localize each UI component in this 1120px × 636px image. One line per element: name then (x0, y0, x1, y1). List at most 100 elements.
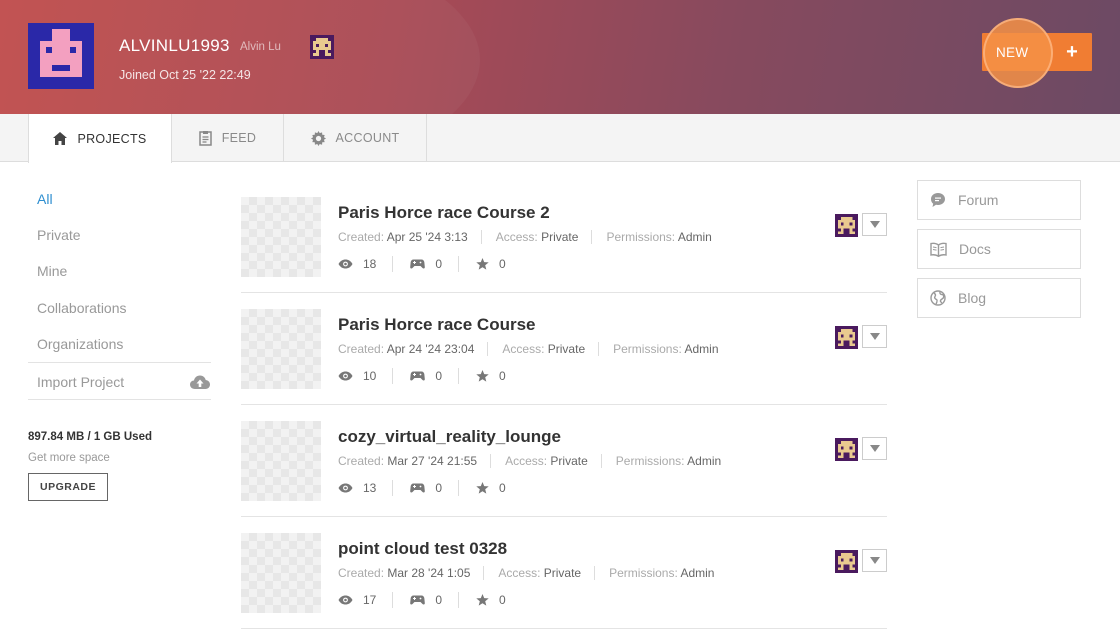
permissions-value: Admin (677, 230, 712, 244)
stars-count: 0 (499, 481, 506, 495)
globe-icon (930, 290, 946, 306)
eye-icon (338, 595, 353, 605)
tab-account[interactable]: ACCOUNT (284, 114, 427, 162)
forum-link[interactable]: Forum (917, 180, 1081, 220)
profile-header: ALVINLU1993 Alvin Lu Joined Oct 25 '22 2… (0, 0, 1120, 114)
tab-label: ACCOUNT (335, 131, 400, 145)
project-card[interactable]: Paris Horce race Course 2 Created: Apr 2… (241, 181, 887, 293)
storage-usage: 897.84 MB / 1 GB Used (28, 431, 152, 443)
stars-count: 0 (499, 593, 506, 607)
stars-stat[interactable]: 0 (476, 256, 522, 272)
stars-stat[interactable]: 0 (476, 368, 522, 384)
plays-count: 0 (435, 257, 443, 271)
filter-organizations[interactable]: Organizations (37, 336, 123, 352)
plays-stat: 0 (410, 480, 460, 496)
project-meta: Created: Apr 24 '24 23:04 Access: Privat… (338, 342, 746, 356)
new-button-label[interactable]: NEW (996, 45, 1028, 60)
created-label: Created: (338, 342, 385, 356)
user-badge-icon (310, 35, 334, 59)
stars-count: 0 (499, 369, 506, 383)
views-stat: 17 (338, 592, 394, 608)
home-icon (53, 132, 68, 145)
blog-link[interactable]: Blog (917, 278, 1081, 318)
project-menu-button[interactable] (862, 213, 887, 236)
created-label: Created: (338, 566, 385, 580)
project-thumbnail[interactable] (241, 421, 321, 501)
owner-avatar[interactable] (835, 438, 858, 461)
access-label: Access: (498, 566, 541, 580)
project-title[interactable]: cozy_virtual_reality_lounge (338, 427, 561, 447)
star-icon (476, 258, 489, 270)
project-card[interactable]: Paris Horce race Course Created: Apr 24 … (241, 293, 887, 405)
created-date: Mar 27 '24 21:55 (387, 454, 478, 468)
gamepad-icon (410, 483, 426, 493)
plays-stat: 0 (410, 592, 460, 608)
access-label: Access: (505, 454, 548, 468)
star-icon (476, 594, 489, 606)
tab-label: PROJECTS (77, 131, 147, 146)
blog-label: Blog (958, 290, 987, 306)
star-icon (476, 370, 489, 382)
created-date: Apr 24 '24 23:04 (386, 342, 475, 356)
stars-stat[interactable]: 0 (476, 480, 522, 496)
project-meta: Created: Mar 28 '24 1:05 Access: Private… (338, 566, 741, 580)
owner-avatar[interactable] (835, 326, 858, 349)
project-title[interactable]: Paris Horce race Course (338, 315, 536, 335)
access-value: Private (543, 566, 582, 580)
project-thumbnail[interactable] (241, 197, 321, 277)
user-avatar[interactable] (28, 23, 94, 89)
views-count: 18 (363, 257, 377, 271)
permissions-label: Permissions: (609, 566, 678, 580)
docs-link[interactable]: Docs (917, 229, 1081, 269)
cloud-upload-icon[interactable] (190, 375, 210, 390)
permissions-value: Admin (684, 342, 719, 356)
permissions-value: Admin (680, 566, 715, 580)
tab-projects[interactable]: PROJECTS (28, 114, 172, 163)
project-menu-button[interactable] (862, 437, 887, 460)
gamepad-icon (410, 259, 426, 269)
project-title[interactable]: Paris Horce race Course 2 (338, 203, 550, 223)
project-card[interactable]: cozy_virtual_reality_lounge Created: Mar… (241, 405, 887, 517)
access-value: Private (541, 230, 579, 244)
filter-private[interactable]: Private (37, 227, 81, 243)
permissions-value: Admin (687, 454, 722, 468)
gamepad-icon (410, 595, 426, 605)
owner-avatar[interactable] (835, 214, 858, 237)
filter-mine[interactable]: Mine (37, 263, 67, 279)
eye-icon (338, 259, 353, 269)
get-more-space-text: Get more space (28, 452, 110, 464)
stars-stat[interactable]: 0 (476, 592, 522, 608)
filter-all[interactable]: All (37, 191, 53, 207)
project-stats: 18 0 0 (338, 256, 539, 272)
project-title[interactable]: point cloud test 0328 (338, 539, 507, 559)
filter-collaborations[interactable]: Collaborations (37, 300, 127, 316)
project-stats: 17 0 0 (338, 592, 539, 608)
import-project-link[interactable]: Import Project (37, 374, 124, 390)
views-stat: 10 (338, 368, 394, 384)
created-label: Created: (338, 454, 385, 468)
eye-icon (338, 371, 353, 381)
project-menu-button[interactable] (862, 325, 887, 348)
project-menu-button[interactable] (862, 549, 887, 572)
upgrade-button[interactable]: UPGRADE (28, 473, 108, 501)
project-meta: Created: Mar 27 '24 21:55 Access: Privat… (338, 454, 748, 468)
plus-icon[interactable]: + (1063, 42, 1081, 62)
forum-label: Forum (958, 192, 999, 208)
caret-down-icon (869, 445, 880, 452)
eye-icon (338, 483, 353, 493)
docs-label: Docs (959, 241, 991, 257)
chat-bubble-icon (931, 193, 945, 207)
owner-avatar[interactable] (835, 550, 858, 573)
project-stats: 10 0 0 (338, 368, 539, 384)
project-thumbnail[interactable] (241, 533, 321, 613)
plays-stat: 0 (410, 368, 460, 384)
project-thumbnail[interactable] (241, 309, 321, 389)
project-card[interactable]: point cloud test 0328 Created: Mar 28 '2… (241, 517, 887, 629)
caret-down-icon (869, 221, 880, 228)
tab-feed[interactable]: FEED (172, 114, 284, 162)
gear-icon (310, 130, 326, 146)
access-value: Private (547, 342, 586, 356)
full-name: Alvin Lu (240, 41, 281, 53)
permissions-label: Permissions: (606, 230, 676, 244)
access-value: Private (550, 454, 588, 468)
